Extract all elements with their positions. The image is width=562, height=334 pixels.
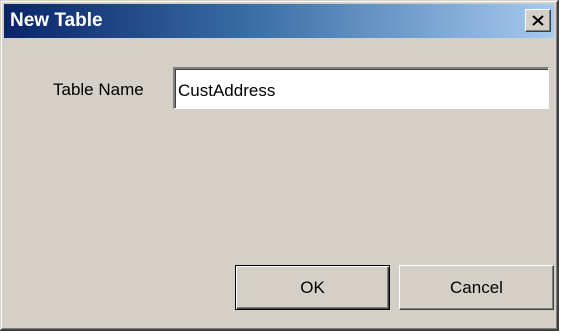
table-name-label: Table Name [53,80,144,99]
cancel-button[interactable]: Cancel [399,265,554,310]
table-name-input[interactable] [173,67,549,109]
new-table-dialog: New Table Table Name OK Cancel [0,0,559,331]
close-button[interactable] [525,9,551,32]
close-icon [532,15,544,26]
window-title: New Table [10,10,103,31]
ok-button[interactable]: OK [235,265,390,310]
title-bar: New Table [4,4,554,38]
